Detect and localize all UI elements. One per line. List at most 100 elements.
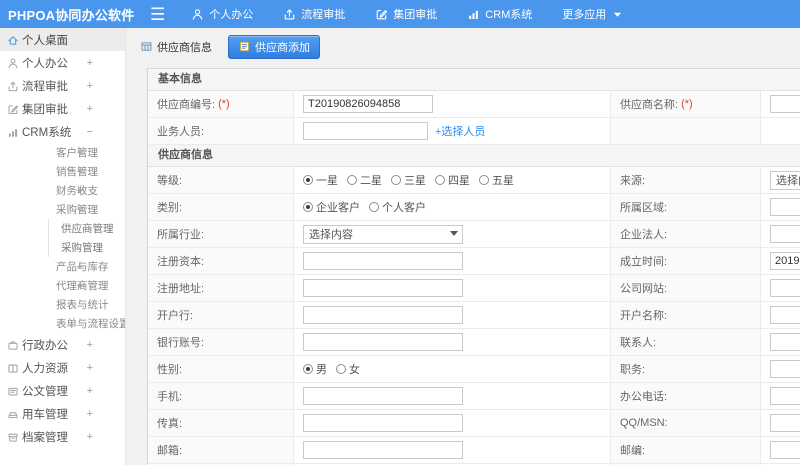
sidebar-item-label: 报表与统计 [56,299,109,311]
sidebar-item[interactable]: 采购管理 − [0,200,125,219]
text-input[interactable] [770,252,800,270]
expand-toggle[interactable]: + [87,80,93,92]
tab-1[interactable]: 供应商信息 [134,36,218,58]
home-icon [7,34,19,46]
sidebar-item[interactable]: 表单与流程设置+ [0,314,125,333]
doc-icon [7,385,19,397]
radio-icon[interactable] [303,364,313,374]
menu-icon[interactable]: ☰ [150,6,165,23]
text-input[interactable] [303,95,433,113]
sidebar-item-label: CRM系统 [22,126,72,139]
expand-toggle[interactable]: + [77,166,83,178]
sidebar-item[interactable]: 采购管理 [0,238,125,257]
radio-option[interactable]: 个人客户 [369,199,426,215]
text-input[interactable] [303,122,428,140]
radio-option[interactable]: 男 [303,361,327,377]
text-input[interactable] [303,279,463,297]
sidebar-item[interactable]: CRM系统 − [0,120,125,143]
radio-option[interactable]: 五星 [479,172,514,188]
sidebar-item[interactable]: 个人桌面 [0,28,125,51]
text-input[interactable] [303,414,463,432]
field-value-cell [761,329,800,355]
sidebar-item[interactable]: 行政办公 + [0,333,125,356]
sidebar-item[interactable]: 供应商管理 [0,219,125,238]
nav-item-label: 个人办公 [209,9,254,21]
radio-option[interactable]: 四星 [435,172,470,188]
radio-icon[interactable] [391,175,401,185]
field-value-cell [761,383,800,409]
text-input[interactable] [303,252,463,270]
sidebar-item[interactable]: 用车管理 + [0,402,125,425]
field-label-cell: 手机: [148,383,294,409]
expand-toggle[interactable]: + [87,57,93,69]
text-input[interactable] [770,333,800,351]
sidebar-item[interactable]: 流程审批 + [0,74,125,97]
expand-toggle[interactable]: − [87,126,93,138]
radio-option[interactable]: 三星 [391,172,426,188]
field-label-cell [611,118,761,144]
select-box[interactable]: 选择内容 [770,170,800,190]
expand-toggle[interactable]: − [77,204,83,216]
radio-icon[interactable] [347,175,357,185]
sidebar-item[interactable]: 产品与库存 + [0,257,125,276]
caret-icon [611,8,624,21]
radio-icon[interactable] [303,175,313,185]
radio-option[interactable]: 女 [336,361,360,377]
expand-toggle[interactable]: + [77,185,83,197]
text-input[interactable] [770,225,800,243]
sidebar-item[interactable]: 代理商管理 + [0,276,125,295]
sidebar-item[interactable]: 个人办公 + [0,51,125,74]
field-value-cell [761,437,800,463]
text-input[interactable] [770,279,800,297]
sidebar-item[interactable]: 档案管理 + [0,425,125,448]
expand-toggle[interactable]: + [87,385,93,397]
radio-icon[interactable] [336,364,346,374]
text-input[interactable] [770,387,800,405]
radio-option[interactable]: 企业客户 [303,199,360,215]
form-row: 类别: 企业客户 个人客户 所属区域: [148,194,800,221]
expand-toggle[interactable]: + [87,362,93,374]
sidebar-item[interactable]: 人力资源 + [0,356,125,379]
nav-item-4[interactable]: CRM系统 [467,6,532,22]
expand-toggle[interactable]: + [87,103,93,115]
field-value-cell [761,221,800,247]
expand-toggle[interactable]: + [87,339,93,351]
field-value-cell [294,383,611,409]
field-label: 供应商名称: [620,99,679,111]
radio-icon[interactable] [303,202,313,212]
radio-icon[interactable] [479,175,489,185]
select-box[interactable]: 选择内容 [303,224,463,244]
nav-item-5[interactable]: 更多应用 [562,6,624,22]
sidebar-item[interactable]: 客户管理 + [0,143,125,162]
nav-item-1[interactable]: 个人办公 [191,6,253,22]
sidebar-item[interactable]: 财务收支 + [0,181,125,200]
nav-item-2[interactable]: 流程审批 [283,6,345,22]
sidebar-item[interactable]: 销售管理 + [0,162,125,181]
text-input[interactable] [303,441,463,459]
sidebar-item[interactable]: 公文管理 + [0,379,125,402]
text-input[interactable] [770,414,800,432]
text-input[interactable] [303,387,463,405]
expand-toggle[interactable]: + [77,261,83,273]
expand-toggle[interactable]: + [77,280,83,292]
text-input[interactable] [770,306,800,324]
expand-toggle[interactable]: + [87,431,93,443]
tab-2[interactable]: 供应商添加 [228,34,320,59]
choose-person-link[interactable]: +选择人员 [435,123,485,139]
text-input[interactable] [770,360,800,378]
radio-icon[interactable] [435,175,445,185]
text-input[interactable] [770,441,800,459]
text-input[interactable] [303,333,463,351]
text-input[interactable] [770,198,800,216]
nav-item-3[interactable]: 集团审批 [375,6,437,22]
radio-icon[interactable] [369,202,379,212]
sidebar-item[interactable]: 集团审批 + [0,97,125,120]
radio-option[interactable]: 二星 [347,172,382,188]
radio-option[interactable]: 一星 [303,172,338,188]
expand-toggle[interactable]: + [77,147,83,159]
sidebar-item[interactable]: 报表与统计 [0,295,125,314]
form-row: 注册地址: 公司网站: [148,275,800,302]
text-input[interactable] [770,95,800,113]
expand-toggle[interactable]: + [87,408,93,420]
text-input[interactable] [303,306,463,324]
